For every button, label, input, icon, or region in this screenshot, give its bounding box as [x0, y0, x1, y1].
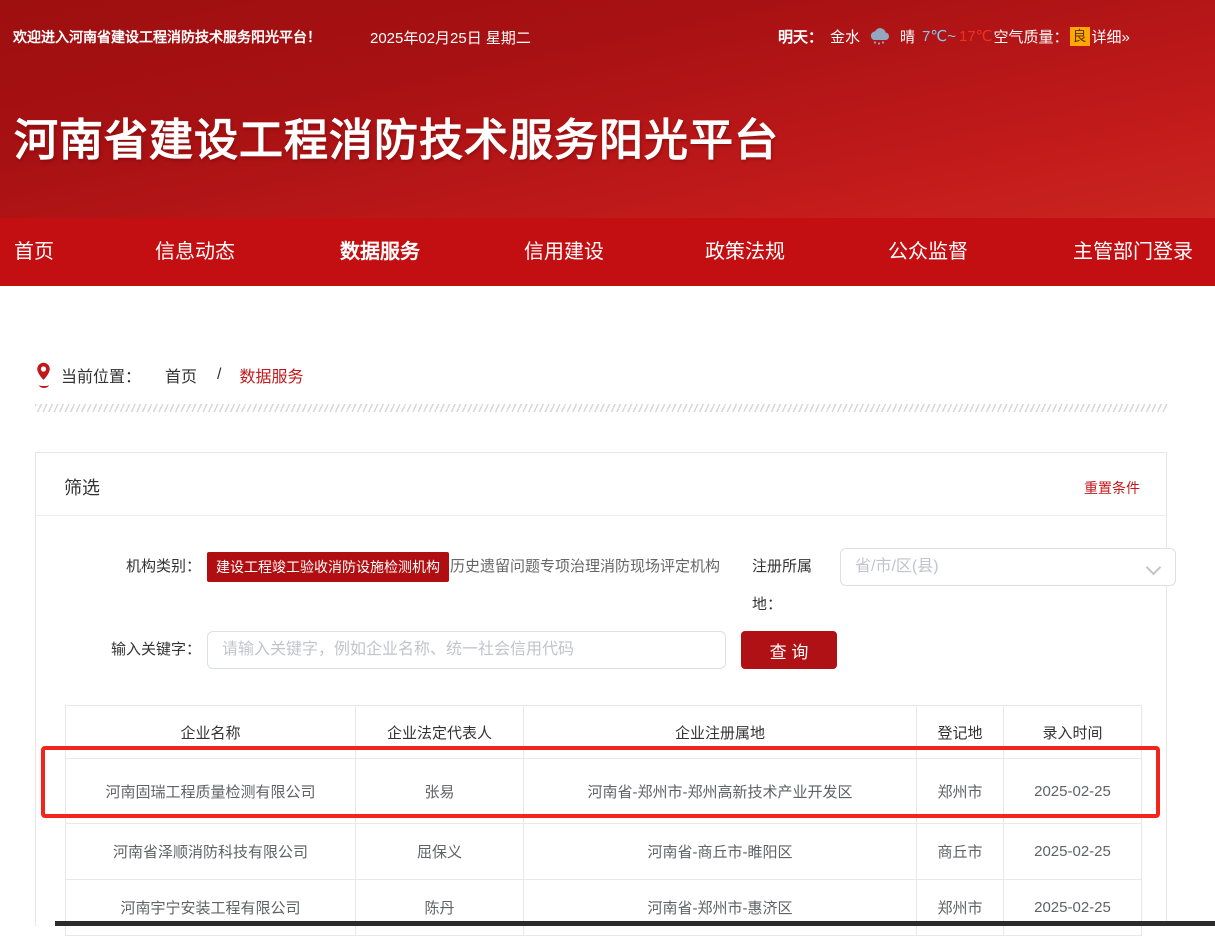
cell-legal-rep: 张易: [356, 759, 524, 824]
filter-title: 筛选: [64, 474, 100, 500]
cell-entry-date: 2025-02-25: [1004, 759, 1142, 824]
aqi-label: 空气质量：: [994, 26, 1069, 47]
category-option-other[interactable]: 历史遗留问题专项治理消防现场评定机构: [450, 552, 720, 582]
aqi-badge: 良: [1070, 27, 1090, 46]
category-label: 机构类别：: [61, 548, 201, 586]
temp-high: 17℃: [959, 27, 993, 45]
keyword-input[interactable]: [207, 631, 726, 669]
current-date: 2025年02月25日 星期二: [370, 27, 531, 48]
decorative-slash-divider: [35, 404, 1168, 412]
cell-registry-place: 商丘市: [917, 824, 1004, 880]
reset-filters-button[interactable]: 重置条件: [1084, 478, 1140, 498]
nav-item-admin-login[interactable]: 主管部门登录: [1073, 218, 1193, 286]
cell-entry-date: 2025-02-25: [1004, 880, 1142, 936]
breadcrumb-home-link[interactable]: 首页: [165, 363, 197, 387]
nav-item-home[interactable]: 首页: [14, 218, 54, 286]
tomorrow-label: 明天：: [778, 26, 823, 47]
nav-item-policy[interactable]: 政策法规: [705, 218, 785, 286]
results-table: 企业名称 企业法定代表人 企业注册属地 登记地 录入时间 河南固瑞工程质量检测有…: [65, 705, 1142, 936]
col-header-company: 企业名称: [66, 706, 356, 759]
col-header-legal-rep: 企业法定代表人: [356, 706, 524, 759]
nav-item-supervision[interactable]: 公众监督: [888, 218, 968, 286]
welcome-text: 欢迎进入河南省建设工程消防技术服务阳光平台！: [13, 27, 321, 47]
site-header: 欢迎进入河南省建设工程消防技术服务阳光平台！ 2025年02月25日 星期二 明…: [0, 0, 1215, 218]
weather-detail-link[interactable]: 详细»: [1092, 26, 1130, 47]
nav-item-data-service[interactable]: 数据服务: [340, 218, 420, 286]
weather-widget: 明天： 金水 晴 7℃~ 17℃ 空气质量： 良 详细»: [778, 24, 1130, 48]
breadcrumb-current: 数据服务: [239, 363, 303, 387]
search-button[interactable]: 查 询: [741, 631, 837, 669]
filter-row-category: 机构类别： 建设工程竣工验收消防设施检测机构 历史遗留问题专项治理消防现场评定机…: [36, 548, 1166, 586]
col-header-entry-date: 录入时间: [1004, 706, 1142, 759]
cell-registered-location: 河南省-郑州市-惠济区: [524, 880, 917, 936]
weather-district: 金水: [830, 26, 860, 47]
category-option-selected[interactable]: 建设工程竣工验收消防设施检测机构: [207, 552, 449, 582]
table-row[interactable]: 河南宇宁安装工程有限公司 陈丹 河南省-郑州市-惠济区 郑州市 2025-02-…: [66, 880, 1142, 936]
table-row[interactable]: 河南固瑞工程质量检测有限公司 张易 河南省-郑州市-郑州高新技术产业开发区 郑州…: [66, 759, 1142, 824]
region-select[interactable]: 省/市/区(县): [840, 548, 1176, 586]
cell-legal-rep: 屈保义: [356, 824, 524, 880]
region-select-placeholder: 省/市/区(县): [855, 549, 939, 585]
breadcrumb: 当前位置： 首页 / 数据服务: [35, 362, 304, 388]
cell-registry-place: 郑州市: [917, 880, 1004, 936]
location-pin-icon: [35, 362, 52, 388]
cell-registry-place: 郑州市: [917, 759, 1004, 824]
main-nav: 首页 信息动态 数据服务 信用建设 政策法规 公众监督 主管部门登录: [0, 218, 1215, 286]
cell-entry-date: 2025-02-25: [1004, 824, 1142, 880]
weather-condition: 晴: [900, 26, 915, 47]
breadcrumb-label: 当前位置：: [61, 363, 141, 387]
filter-row-keyword: 输入关键字： 查 询: [36, 631, 1166, 669]
keyword-label: 输入关键字：: [61, 631, 201, 669]
col-header-registered-location: 企业注册属地: [524, 706, 917, 759]
chevron-down-icon: [1146, 560, 1162, 576]
footer-bar: [55, 921, 1215, 926]
nav-item-news[interactable]: 信息动态: [155, 218, 235, 286]
cell-legal-rep: 陈丹: [356, 880, 524, 936]
cell-company: 河南省泽顺消防科技有限公司: [66, 824, 356, 880]
temp-low: 7℃~: [922, 27, 956, 45]
breadcrumb-separator: /: [217, 366, 221, 384]
cell-company: 河南固瑞工程质量检测有限公司: [66, 759, 356, 824]
cloud-icon: [867, 27, 893, 45]
table-row[interactable]: 河南省泽顺消防科技有限公司 屈保义 河南省-商丘市-睢阳区 商丘市 2025-0…: [66, 824, 1142, 880]
table-header-row: 企业名称 企业法定代表人 企业注册属地 登记地 录入时间: [66, 706, 1142, 759]
site-title: 河南省建设工程消防技术服务阳光平台: [14, 112, 779, 170]
cell-registered-location: 河南省-商丘市-睢阳区: [524, 824, 917, 880]
region-label: 注册所属地：: [752, 548, 838, 624]
cell-registered-location: 河南省-郑州市-郑州高新技术产业开发区: [524, 759, 917, 824]
filter-header: 筛选 重置条件: [36, 453, 1166, 516]
col-header-registry-place: 登记地: [917, 706, 1004, 759]
nav-item-credit[interactable]: 信用建设: [524, 218, 604, 286]
filter-panel: 筛选 重置条件 机构类别： 建设工程竣工验收消防设施检测机构 历史遗留问题专项治…: [35, 452, 1167, 926]
cell-company: 河南宇宁安装工程有限公司: [66, 880, 356, 936]
